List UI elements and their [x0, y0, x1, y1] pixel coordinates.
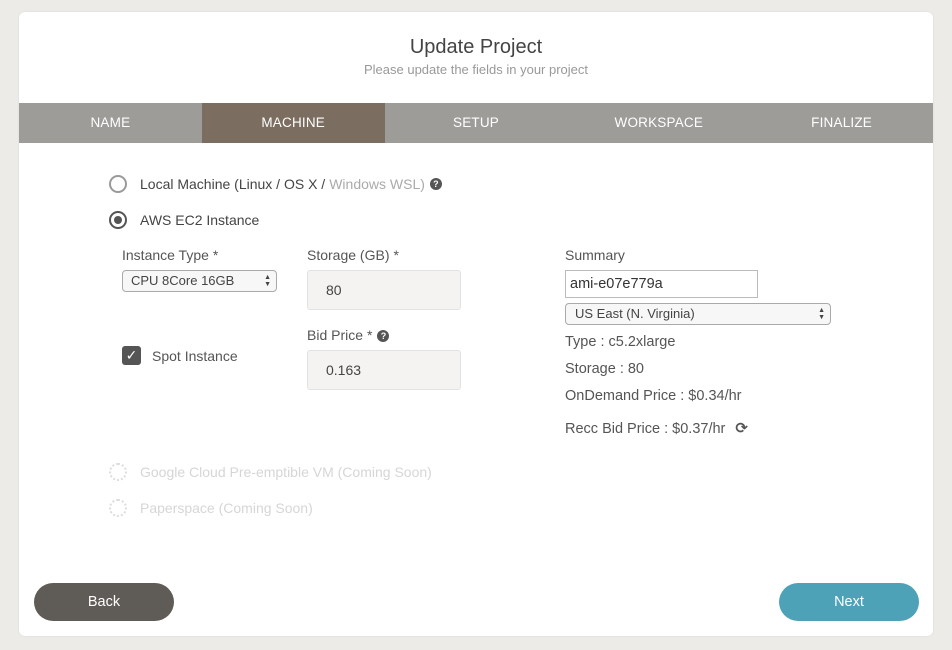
- paperspace-label: Paperspace (Coming Soon): [140, 500, 313, 516]
- tab-name[interactable]: NAME: [19, 103, 202, 143]
- select-arrows-icon: ▲ ▼: [264, 274, 271, 288]
- local-machine-radio[interactable]: [109, 175, 127, 193]
- page-subtitle: Please update the fields in your project: [363, 62, 589, 77]
- tab-finalize[interactable]: FINALIZE: [750, 103, 933, 143]
- spot-instance-checkbox[interactable]: ✓: [122, 346, 141, 365]
- windows-wsl-label: Windows WSL): [329, 176, 425, 192]
- summary-type: Type : c5.2xlarge: [565, 334, 676, 350]
- aws-ec2-option[interactable]: AWS EC2 Instance: [109, 211, 259, 229]
- refresh-icon[interactable]: ⟳: [735, 419, 748, 437]
- summary-recc-bid-price: Recc Bid Price : $0.37/hr ⟳: [565, 419, 748, 437]
- instance-type-select[interactable]: CPU 8Core 16GB ▲ ▼: [122, 270, 277, 292]
- instance-type-value: CPU 8Core 16GB: [131, 273, 235, 288]
- region-value: US East (N. Virginia): [575, 306, 695, 321]
- back-button[interactable]: Back: [34, 583, 174, 621]
- region-select[interactable]: US East (N. Virginia) ▲ ▼: [565, 303, 831, 325]
- next-button[interactable]: Next: [779, 583, 919, 621]
- required-marker: *: [367, 327, 373, 343]
- spot-instance-label: Spot Instance: [152, 348, 238, 364]
- bid-price-label: Bid Price *?: [307, 327, 390, 343]
- bid-price-label-text: Bid Price: [307, 327, 364, 343]
- summary-storage: Storage : 80: [565, 361, 644, 377]
- help-icon[interactable]: ?: [377, 330, 390, 342]
- select-arrows-icon: ▲ ▼: [818, 307, 825, 321]
- instance-type-label-text: Instance Type: [122, 247, 209, 263]
- update-project-card: Update Project Please update the fields …: [19, 12, 933, 636]
- paperspace-option: Paperspace (Coming Soon): [109, 499, 313, 517]
- required-marker: *: [393, 247, 399, 263]
- google-cloud-label: Google Cloud Pre-emptible VM (Coming Soo…: [140, 464, 432, 480]
- summary-title: Summary: [565, 247, 625, 263]
- instance-type-label: Instance Type *: [122, 247, 218, 263]
- tab-workspace[interactable]: WORKSPACE: [567, 103, 750, 143]
- paperspace-radio: [109, 499, 127, 517]
- storage-label: Storage (GB) *: [307, 247, 399, 263]
- page-title: Update Project: [409, 36, 543, 58]
- google-cloud-radio: [109, 463, 127, 481]
- local-machine-label: Local Machine (Linux / OS X /: [140, 176, 326, 192]
- required-marker: *: [212, 247, 219, 263]
- help-icon[interactable]: ?: [429, 178, 442, 190]
- tab-machine[interactable]: MACHINE: [201, 103, 385, 143]
- ami-input[interactable]: ami-e07e779a: [565, 270, 758, 298]
- aws-ec2-radio[interactable]: [109, 211, 127, 229]
- recc-bid-price-text: Recc Bid Price : $0.37/hr: [565, 421, 726, 437]
- google-cloud-option: Google Cloud Pre-emptible VM (Coming Soo…: [109, 463, 432, 481]
- wizard-tabs: NAME MACHINE SETUP WORKSPACE FINALIZE: [19, 103, 933, 143]
- local-machine-option[interactable]: Local Machine (Linux / OS X / Windows WS…: [109, 175, 442, 193]
- tab-setup[interactable]: SETUP: [385, 103, 568, 143]
- storage-label-text: Storage (GB): [307, 247, 390, 263]
- bid-price-input[interactable]: 0.163: [307, 350, 461, 390]
- storage-input[interactable]: 80: [307, 270, 461, 310]
- aws-ec2-label: AWS EC2 Instance: [140, 212, 260, 228]
- summary-ondemand-price: OnDemand Price : $0.34/hr: [565, 388, 742, 404]
